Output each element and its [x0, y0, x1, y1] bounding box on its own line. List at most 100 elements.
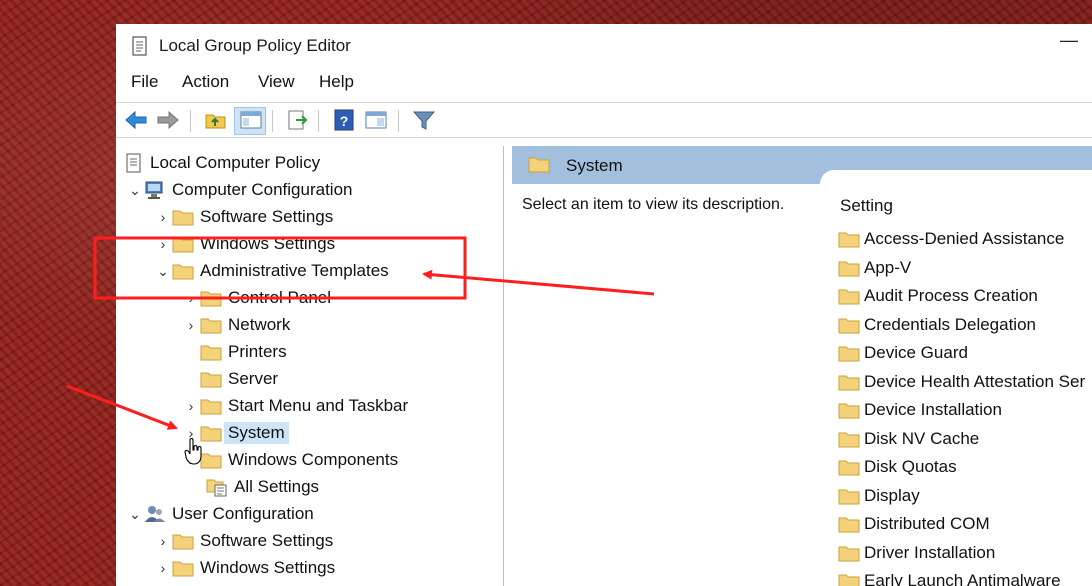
setting-item[interactable]: Access-Denied Assistance — [838, 228, 1064, 250]
tree-item-server[interactable]: Server — [200, 367, 278, 391]
menu-file[interactable]: File — [131, 72, 158, 92]
folder-icon — [172, 237, 194, 253]
chevron-right-icon[interactable]: › — [182, 398, 200, 414]
tree-item-network[interactable]: › Network — [182, 313, 291, 337]
column-header-setting[interactable]: Setting — [840, 196, 893, 216]
setting-label: Distributed COM — [864, 514, 990, 533]
setting-item[interactable]: Disk Quotas — [838, 456, 957, 478]
tree-item-printers[interactable]: Printers — [200, 340, 287, 364]
folder-icon — [838, 460, 860, 476]
show-hide-tree-icon[interactable] — [239, 109, 263, 131]
mouse-cursor-icon — [184, 438, 202, 465]
tree-item-user-configuration[interactable]: ⌄ User Configuration — [126, 502, 314, 526]
tree-label: Server — [228, 369, 279, 388]
chevron-right-icon[interactable]: › — [154, 560, 172, 576]
tree-item-user-windows-settings[interactable]: › Windows Settings — [154, 556, 335, 580]
tree-label: All Settings — [234, 477, 320, 496]
folder-icon — [838, 403, 860, 419]
chevron-right-icon[interactable]: › — [154, 236, 172, 252]
setting-label: Access-Denied Assistance — [864, 229, 1065, 248]
setting-item[interactable]: Display — [838, 485, 920, 507]
description-text: Select an item to view its description. — [522, 196, 785, 213]
help-icon[interactable]: ? — [332, 109, 356, 131]
tree-item-windows-components[interactable]: › Windows Components — [182, 448, 398, 472]
chevron-right-icon[interactable]: › — [154, 533, 172, 549]
tree-item-local-computer-policy[interactable]: Local Computer Policy — [124, 151, 320, 175]
folder-icon — [838, 375, 860, 391]
forward-arrow-icon[interactable] — [156, 109, 180, 131]
setting-label: Early Launch Antimalware — [864, 571, 1061, 586]
export-list-icon[interactable] — [286, 109, 310, 131]
properties-view-icon[interactable] — [364, 109, 388, 131]
setting-item[interactable]: Driver Installation — [838, 542, 995, 564]
tree-label: Software Settings — [200, 531, 334, 550]
setting-label: Credentials Delegation — [864, 315, 1036, 334]
setting-item[interactable]: Device Installation — [838, 399, 1002, 421]
tree-label: System — [224, 422, 289, 444]
setting-item[interactable]: Early Launch Antimalware — [838, 570, 1061, 586]
folder-icon — [200, 372, 222, 388]
minimize-button[interactable]: — — [1060, 30, 1078, 51]
chevron-down-icon[interactable]: ⌄ — [126, 182, 144, 199]
folder-icon — [172, 534, 194, 550]
tree-item-administrative-templates[interactable]: ⌄ Administrative Templates — [154, 259, 389, 283]
chevron-down-icon[interactable]: ⌄ — [126, 506, 144, 523]
setting-label: Display — [864, 486, 920, 505]
tree-label: Start Menu and Taskbar — [228, 396, 409, 415]
details-header-title: System — [566, 156, 623, 175]
folder-icon — [838, 318, 860, 334]
setting-label: Disk NV Cache — [864, 429, 980, 448]
tree-label: Computer Configuration — [172, 180, 353, 199]
tree-item-start-menu-taskbar[interactable]: › Start Menu and Taskbar — [182, 394, 409, 418]
setting-label: Device Installation — [864, 400, 1002, 419]
setting-item[interactable]: Device Health Attestation Ser — [838, 371, 1085, 393]
toolbar-separator — [272, 110, 273, 132]
tree-label: Printers — [228, 342, 287, 361]
setting-item[interactable]: Device Guard — [838, 342, 968, 364]
chevron-right-icon[interactable]: › — [182, 290, 200, 306]
tree-item-control-panel[interactable]: › Control Panel — [182, 286, 331, 310]
setting-item[interactable]: Credentials Delegation — [838, 314, 1036, 336]
tree-pane: Local Computer Policy ⌄ Computer Configu… — [116, 146, 504, 586]
chevron-down-icon[interactable]: ⌄ — [154, 263, 172, 280]
setting-item[interactable]: Audit Process Creation — [838, 285, 1038, 307]
menu-view[interactable]: View — [258, 72, 295, 92]
setting-label: Disk Quotas — [864, 457, 957, 476]
standard-tab-shape — [820, 170, 1092, 190]
tree-item-user-software-settings[interactable]: › Software Settings — [154, 529, 334, 553]
tree-item-computer-configuration[interactable]: ⌄ Computer Configuration — [126, 178, 352, 202]
folder-icon — [838, 517, 860, 533]
folder-icon — [200, 318, 222, 334]
menu-action[interactable]: Action — [182, 72, 229, 92]
policy-doc-icon — [126, 153, 141, 173]
setting-label: Device Guard — [864, 343, 968, 362]
title-bar: Local Group Policy Editor — — [116, 24, 1092, 68]
toolbar-separator — [398, 110, 399, 132]
setting-item[interactable]: App-V — [838, 257, 911, 279]
chevron-right-icon[interactable]: › — [154, 209, 172, 225]
filter-icon[interactable] — [412, 109, 436, 131]
chevron-right-icon[interactable]: › — [182, 317, 200, 333]
tree-label: Administrative Templates — [200, 261, 389, 280]
setting-item[interactable]: Disk NV Cache — [838, 428, 979, 450]
setting-label: Audit Process Creation — [864, 286, 1038, 305]
tree-item-windows-settings[interactable]: › Windows Settings — [154, 232, 335, 256]
toolbar-separator — [318, 110, 319, 132]
tree-label: Windows Settings — [200, 234, 336, 253]
tree-label: Software Settings — [200, 207, 334, 226]
toolbar-separator — [190, 110, 191, 132]
computer-icon — [145, 181, 163, 199]
tree-item-all-settings[interactable]: All Settings — [206, 475, 319, 499]
folder-icon — [528, 157, 550, 173]
menu-help[interactable]: Help — [319, 72, 354, 92]
tree-label: Network — [228, 315, 291, 334]
tree-label: Control Panel — [228, 288, 332, 307]
folder-icon — [838, 261, 860, 277]
back-arrow-icon[interactable] — [124, 109, 148, 131]
tree-label: Local Computer Policy — [150, 153, 321, 172]
up-folder-icon[interactable] — [204, 109, 228, 131]
setting-item[interactable]: Distributed COM — [838, 513, 990, 535]
folder-icon — [838, 289, 860, 305]
tree-item-software-settings[interactable]: › Software Settings — [154, 205, 334, 229]
svg-text:?: ? — [340, 113, 349, 129]
